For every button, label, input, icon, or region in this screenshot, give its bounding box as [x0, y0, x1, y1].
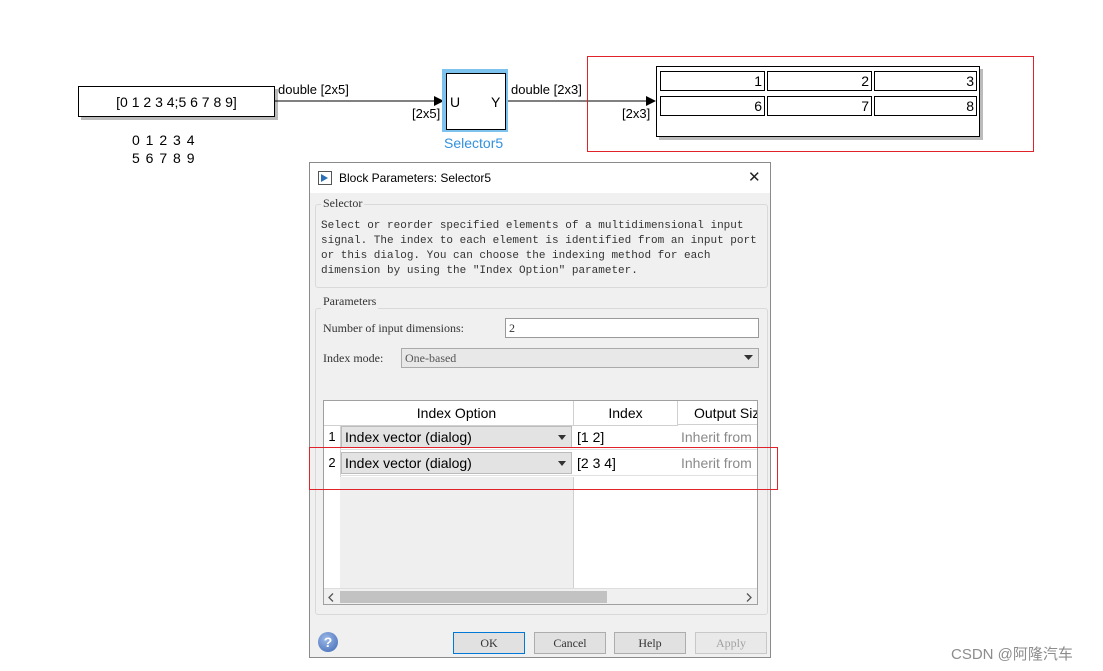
- selector-out-port: Y: [491, 94, 501, 110]
- index-option-select[interactable]: Index vector (dialog): [341, 426, 572, 448]
- dialog-titlebar: Block Parameters: Selector5 ✕: [310, 163, 770, 193]
- help-button[interactable]: Help: [614, 632, 686, 654]
- num-dims-input[interactable]: 2: [505, 318, 759, 338]
- chevron-down-icon: [558, 435, 566, 440]
- index-option-value: Index vector (dialog): [345, 429, 472, 445]
- index-value[interactable]: [1 2]: [577, 429, 604, 445]
- signal-label-2: double [2x3]: [511, 82, 582, 97]
- simulink-block-icon: [318, 171, 332, 185]
- scrollbar-thumb[interactable]: [340, 591, 607, 603]
- table-corner: [324, 401, 341, 426]
- chevron-down-icon: [744, 355, 753, 360]
- header-output-size[interactable]: Output Siz: [678, 401, 757, 425]
- selector-group-title: Selector: [321, 196, 365, 211]
- table-row-number: 1: [328, 429, 336, 444]
- matrix-display-row-2: 5 6 7 8 9: [132, 150, 196, 166]
- table-empty-area: [340, 477, 574, 596]
- annotation-box-row2: [309, 447, 778, 490]
- close-icon[interactable]: ✕: [748, 168, 761, 186]
- selector-in-port: U: [450, 94, 461, 110]
- selector-block-name[interactable]: Selector5: [444, 135, 503, 151]
- header-index[interactable]: Index: [574, 401, 678, 426]
- watermark: CSDN @阿隆汽车: [951, 646, 1073, 663]
- help-icon[interactable]: ?: [318, 632, 338, 652]
- scroll-left-icon[interactable]: [328, 593, 334, 602]
- selector-description: Select or reorder specified elements of …: [321, 220, 757, 277]
- output-size-value[interactable]: Inherit from: [681, 429, 752, 445]
- index-table[interactable]: Index Option Index Output Siz 1 Index ve…: [323, 400, 758, 605]
- index-mode-value: One-based: [405, 351, 457, 365]
- index-mode-label: Index mode:: [323, 351, 384, 365]
- index-mode-select[interactable]: One-based: [401, 348, 759, 368]
- dialog-title: Block Parameters: Selector5: [339, 171, 492, 185]
- apply-button[interactable]: Apply: [695, 632, 767, 654]
- ok-button[interactable]: OK: [453, 632, 525, 654]
- header-index-option[interactable]: Index Option: [340, 401, 574, 426]
- annotation-box-display: [587, 56, 1034, 152]
- scroll-right-icon[interactable]: [746, 593, 752, 602]
- selector-input-dim: [2x5]: [412, 106, 441, 121]
- block-parameters-dialog: Block Parameters: Selector5 ✕ Selector S…: [309, 162, 771, 658]
- signal-label-1: double [2x5]: [278, 82, 349, 97]
- cancel-button[interactable]: Cancel: [534, 632, 606, 654]
- parameters-group-title: Parameters: [321, 294, 379, 309]
- num-dims-label: Number of input dimensions:: [323, 321, 464, 335]
- matrix-display-row-1: 0 1 2 3 4: [132, 132, 196, 148]
- horizontal-scrollbar[interactable]: [324, 588, 757, 604]
